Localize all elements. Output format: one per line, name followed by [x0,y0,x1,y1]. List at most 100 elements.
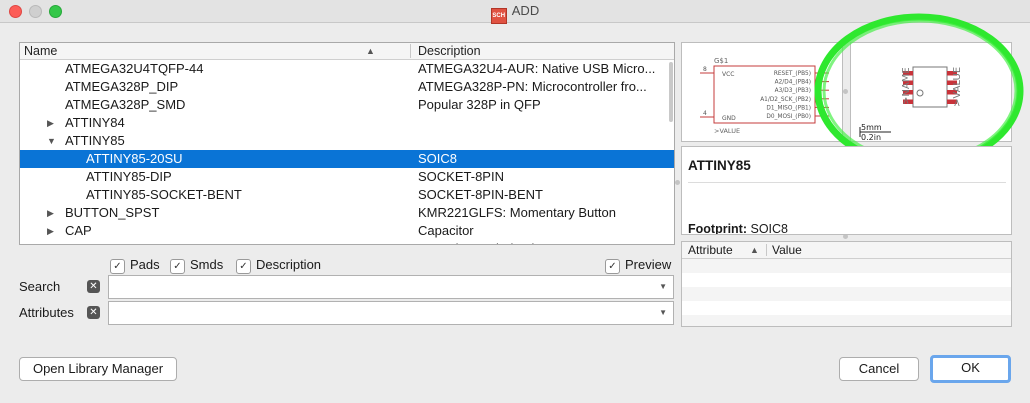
preview-checkbox[interactable]: ✓ [605,259,620,274]
tree-row[interactable]: ▶ BUTTON_SPST KMR221GLFS: Momentary Button [20,204,674,222]
attributes-label: Attributes [19,305,74,320]
pin-name: A2/D4_(PB4) [775,80,811,86]
pin-name: A1/D2_SCK_(PB2) [760,97,811,103]
column-separator[interactable] [766,244,767,256]
tree-body: ATMEGA32U4TQFP-44 ATMEGA32U4-AUR: Native … [20,60,674,244]
tree-row-description: Capacitor, Polarized [418,240,674,244]
tree-row[interactable]: ATMEGA32U4TQFP-44 ATMEGA32U4-AUR: Native … [20,60,674,78]
sort-ascending-icon: ▲ [366,46,375,56]
tree-row-description: SOCKET-8PIN-BENT [418,187,543,202]
column-header-description[interactable]: Description [418,43,481,59]
tree-row[interactable]: ATMEGA328P_SMD Popular 328P in QFP [20,96,674,114]
tree-row-description: ATMEGA328P-PN: Microcontroller fro... [418,79,647,94]
pin-name: VCC [722,71,734,78]
search-label: Search [19,279,61,294]
table-row [682,315,1011,326]
ok-button[interactable]: OK [930,355,1011,383]
expanded-arrow-icon[interactable]: ▼ [47,132,56,150]
tree-row-name: ATTINY85-20SU [86,151,183,166]
tree-row[interactable]: ▶ CAP Capacitor [20,222,674,240]
preview-label: Preview [625,257,672,272]
check-icon: ✓ [608,261,617,272]
tree-row-description: ATMEGA32U4-AUR: Native USB Micro... [418,61,656,76]
search-dropdown-icon[interactable]: ▼ [659,276,667,298]
splitter-handle-vertical[interactable] [675,180,680,185]
attribute-table-header: Attribute ▲ Value [682,242,1011,259]
pin-name: A3/D3_(PB3) [775,88,811,94]
tree-row-description: SOCKET-8PIN [418,169,504,184]
tree-header: Name ▲ Description [20,43,674,60]
open-library-manager-button[interactable]: Open Library Manager [19,357,177,381]
tree-row[interactable]: ▶ ATTINY84 [20,114,674,132]
footprint-info: Footprint: SOIC8 [688,222,789,235]
cancel-button[interactable]: Cancel [839,357,919,381]
tree-row[interactable]: ATTINY85-20SU SOIC8 [20,150,674,168]
tree-row-description: Capacitor [418,223,474,238]
scrollbar-thumb[interactable] [669,62,673,122]
table-row [682,287,1011,301]
attributes-dropdown-icon[interactable]: ▼ [659,302,667,324]
tree-row-name: ATTINY85-SOCKET-BENT [86,187,242,202]
tree-row-name: ATMEGA328P_DIP [65,79,179,94]
tree-row[interactable]: ▼ ATTINY85 [20,132,674,150]
symbol-value-label: >VALUE [714,127,740,135]
tree-row-name: BUTTON_SPST [65,205,160,220]
clear-search-icon[interactable]: ✕ [87,280,100,293]
annotation-ring-inner [822,19,1018,163]
search-input[interactable]: ▼ [108,275,674,299]
device-title: ATTINY85 [688,158,751,173]
footprint-label: Footprint: [688,222,748,235]
schematic-icon: SCH [490,8,507,24]
check-icon: ✓ [173,261,182,272]
pin-name: RESET_(PB5) [774,71,811,77]
pin-name: D0_MOSI_(PB0) [766,114,811,120]
tree-row-name: ATTINY85-DIP [86,169,172,184]
tree-scrollbar[interactable] [668,60,674,244]
column-separator[interactable] [410,44,411,58]
column-header-attribute[interactable]: Attribute [688,242,733,258]
pin-name: GND [722,115,736,122]
pads-label: Pads [130,257,160,272]
tree-row-name: ATMEGA328P_SMD [65,97,186,112]
tree-row-name: CAP [65,223,92,238]
pin-number: 4 [703,110,707,117]
collapsed-arrow-icon[interactable]: ▶ [47,240,54,244]
check-icon: ✓ [239,261,248,272]
tree-row-description: SOIC8 [418,151,458,166]
window-title-text: ADD [511,3,540,18]
collapsed-arrow-icon[interactable]: ▶ [47,222,54,240]
tree-row[interactable]: ▶ CAP_POL Capacitor, Polarized [20,240,674,244]
column-header-value[interactable]: Value [772,242,802,258]
device-tree[interactable]: Name ▲ Description ATMEGA32U4TQFP-44 ATME… [19,42,675,245]
description-label: Description [256,257,322,272]
device-info-panel: ATTINY85 Footprint: SOIC8 [681,146,1012,235]
table-row [682,259,1011,273]
tree-row-name: CAP_POL [65,240,125,244]
pads-checkbox[interactable]: ✓ [110,259,125,274]
tree-row-name: ATTINY85 [65,133,125,148]
tree-row-description: KMR221GLFS: Momentary Button [418,205,616,220]
footprint-value: SOIC8 [750,222,789,235]
description-checkbox[interactable]: ✓ [236,259,251,274]
smds-checkbox[interactable]: ✓ [170,259,185,274]
smds-label: Smds [190,257,224,272]
tree-row[interactable]: ATTINY85-DIP SOCKET-8PIN [20,168,674,186]
tree-row[interactable]: ATMEGA328P_DIP ATMEGA328P-PN: Microcontro… [20,78,674,96]
attribute-table[interactable]: Attribute ▲ Value [681,241,1012,327]
info-divider [688,182,1006,183]
pin-name: D1_MISO_(PB1) [766,105,811,111]
symbol-designator: G$1 [714,57,728,65]
annotation-ring [814,13,1024,169]
attributes-input[interactable]: ▼ [108,301,674,325]
tree-row[interactable]: ATTINY85-SOCKET-BENT SOCKET-8PIN-BENT [20,186,674,204]
pin-number: 8 [703,66,707,73]
clear-attributes-icon[interactable]: ✕ [87,306,100,319]
sort-ascending-icon: ▲ [750,245,759,255]
check-icon: ✓ [113,261,122,272]
collapsed-arrow-icon[interactable]: ▶ [47,204,54,222]
collapsed-arrow-icon[interactable]: ▶ [47,114,54,132]
tree-row-description: Popular 328P in QFP [418,97,541,112]
column-header-name[interactable]: Name [24,43,57,59]
tree-row-name: ATTINY84 [65,115,125,130]
tree-row-name: ATMEGA32U4TQFP-44 [65,61,204,76]
